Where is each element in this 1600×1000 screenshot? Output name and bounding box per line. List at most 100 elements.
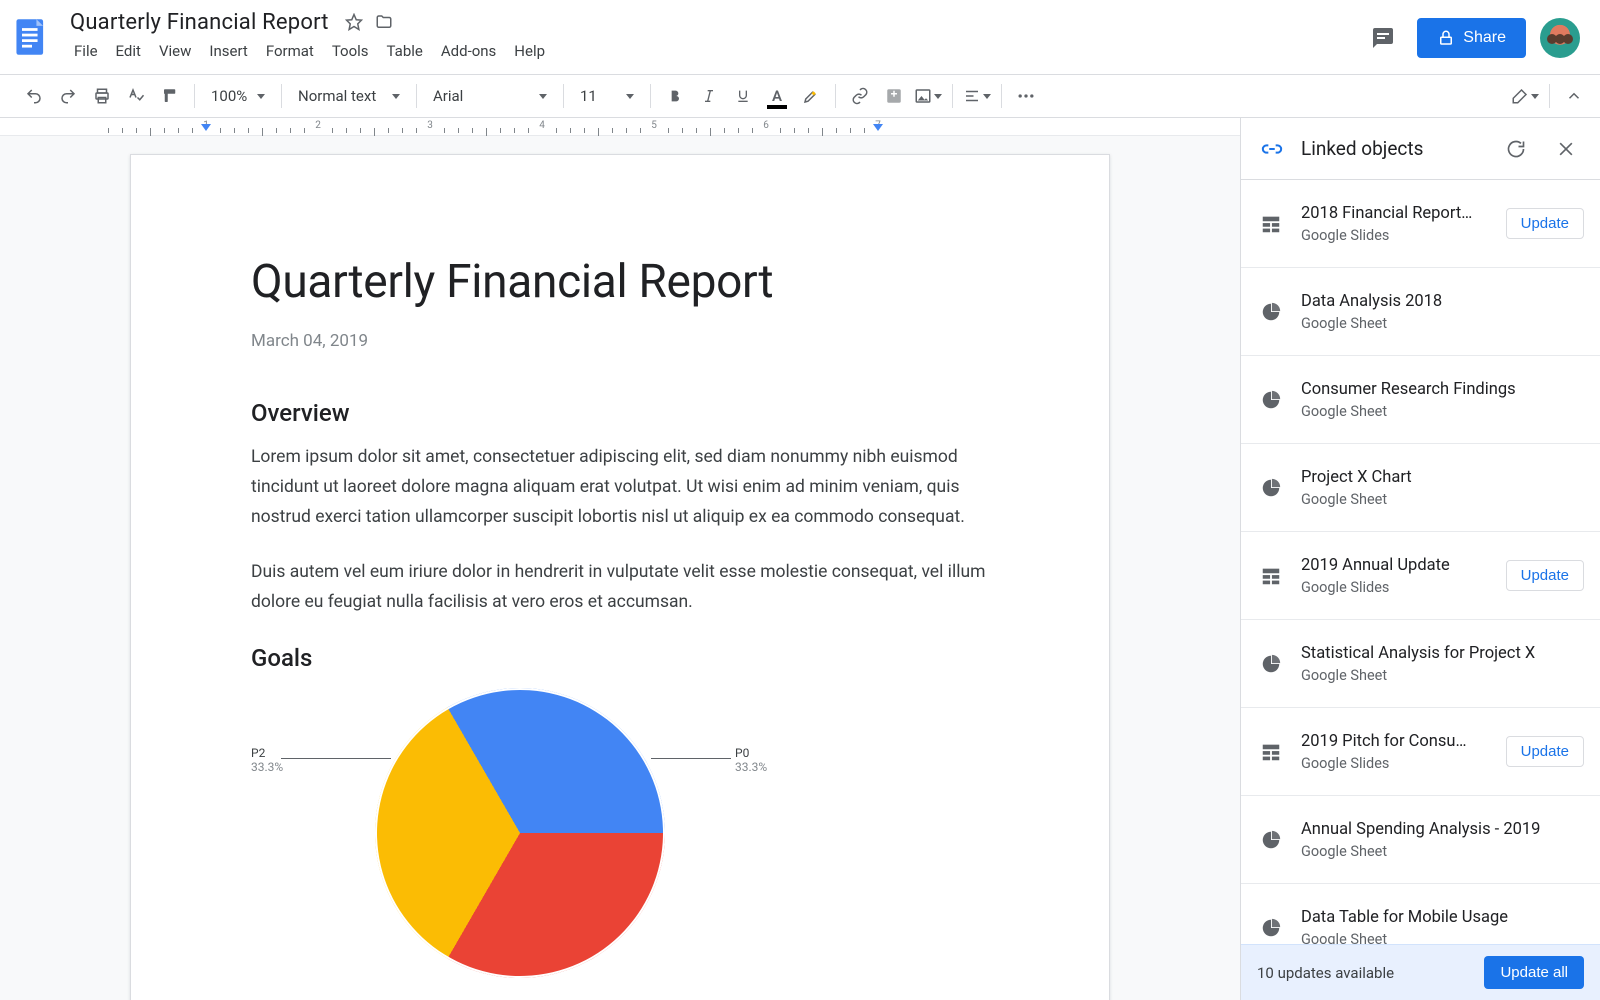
zoom-value: 100%: [211, 87, 247, 105]
undo-button[interactable]: [18, 80, 50, 112]
doc-paragraph: Lorem ipsum dolor sit amet, consectetuer…: [251, 443, 989, 532]
linked-object-source: Google Sheet: [1301, 315, 1584, 332]
linked-object-source: Google Slides: [1301, 755, 1490, 772]
docs-logo[interactable]: [10, 8, 54, 66]
paragraph-style-value: Normal text: [298, 87, 376, 105]
pie-graphic: [322, 635, 718, 1000]
menu-table[interactable]: Table: [379, 38, 431, 64]
linked-object-item[interactable]: Consumer Research FindingsGoogle Sheet: [1241, 356, 1600, 444]
linked-object-title: Project X Chart: [1301, 468, 1584, 487]
linked-object-source: Google Sheet: [1301, 491, 1584, 508]
text-color-swatch: [767, 105, 787, 109]
collapse-toolbar-button[interactable]: [1558, 80, 1590, 112]
linked-object-source: Google Sheet: [1301, 667, 1584, 684]
insert-image-button[interactable]: [912, 80, 944, 112]
menu-add-ons[interactable]: Add-ons: [433, 38, 504, 64]
chart-icon: [1257, 914, 1285, 942]
print-button[interactable]: [86, 80, 118, 112]
menu-file[interactable]: File: [66, 38, 106, 64]
font-value: Arial: [433, 87, 463, 105]
underline-button[interactable]: [727, 80, 759, 112]
linked-objects-sidebar: Linked objects 2018 Financial Report… Goo…: [1240, 118, 1600, 1000]
linked-object-item[interactable]: Data Analysis 2018Google Sheet: [1241, 268, 1600, 356]
font-size-value: 11: [580, 87, 597, 105]
paragraph-style-dropdown[interactable]: Normal text: [290, 80, 408, 112]
chart-icon: [1257, 474, 1285, 502]
pie-leader-line: [651, 758, 731, 759]
document-title[interactable]: Quarterly Financial Report: [66, 10, 333, 35]
menu-tools[interactable]: Tools: [324, 38, 377, 64]
pie-slice-label: P0 33.3%: [735, 746, 767, 775]
menu-format[interactable]: Format: [258, 38, 322, 64]
ruler-number: 3: [427, 120, 433, 131]
update-all-button[interactable]: Update all: [1484, 956, 1584, 989]
linked-object-item[interactable]: Project X Chart Google Sheet: [1241, 444, 1600, 532]
linked-object-source: Google Slides: [1301, 227, 1490, 244]
header: Quarterly Financial Report FileEditViewI…: [0, 0, 1600, 74]
pie-chart[interactable]: P0 33.3% P2 33.3%: [251, 688, 791, 988]
spellcheck-button[interactable]: [120, 80, 152, 112]
ruler-number: 6: [763, 120, 769, 131]
chart-icon: [1257, 386, 1285, 414]
sidebar-title: Linked objects: [1301, 137, 1484, 160]
move-folder-icon[interactable]: [371, 9, 397, 35]
menu-view[interactable]: View: [151, 38, 199, 64]
update-button[interactable]: Update: [1506, 560, 1584, 591]
menu-insert[interactable]: Insert: [201, 38, 255, 64]
ruler-indent-right[interactable]: [873, 124, 883, 131]
menu-edit[interactable]: Edit: [108, 38, 149, 64]
table-icon: [1257, 562, 1285, 590]
share-button[interactable]: Share: [1417, 18, 1526, 58]
highlight-color-button[interactable]: [795, 80, 827, 112]
chevron-down-icon: [934, 94, 942, 99]
account-avatar[interactable]: [1540, 18, 1580, 58]
zoom-dropdown[interactable]: 100%: [203, 80, 273, 112]
update-button[interactable]: Update: [1506, 208, 1584, 239]
close-button[interactable]: [1548, 131, 1584, 167]
pie-leader-line: [281, 758, 391, 759]
more-toolbar-button[interactable]: [1010, 80, 1042, 112]
toolbar: 100% Normal text Arial 11 A: [0, 74, 1600, 118]
linked-object-title: 2018 Financial Report…: [1301, 204, 1490, 223]
font-dropdown[interactable]: Arial: [425, 80, 555, 112]
refresh-button[interactable]: [1498, 131, 1534, 167]
link-icon: [1257, 134, 1287, 164]
bold-button[interactable]: [659, 80, 691, 112]
editor-column: 1234567 Quarterly Financial Report March…: [0, 118, 1240, 1000]
linked-object-item[interactable]: 2019 Annual UpdateGoogle SlidesUpdate: [1241, 532, 1600, 620]
linked-object-item[interactable]: Annual Spending Analysis - 2019Google Sh…: [1241, 796, 1600, 884]
align-button[interactable]: [961, 80, 993, 112]
title-block: Quarterly Financial Report FileEditViewI…: [66, 8, 553, 64]
redo-button[interactable]: [52, 80, 84, 112]
lock-icon: [1437, 29, 1455, 47]
font-size-dropdown[interactable]: 11: [572, 80, 642, 112]
linked-object-item[interactable]: 2018 Financial Report… Google Slides Updat…: [1241, 180, 1600, 268]
linked-object-item[interactable]: 2019 Pitch for Consu… Google Slides Update: [1241, 708, 1600, 796]
ruler-indent-left[interactable]: [201, 124, 211, 131]
italic-button[interactable]: [693, 80, 725, 112]
updates-available-text: 10 updates available: [1257, 964, 1472, 982]
doc-heading-2: Goals: [251, 644, 989, 672]
chevron-down-icon: [257, 94, 265, 99]
insert-link-button[interactable]: [844, 80, 876, 112]
linked-object-item[interactable]: Statistical Analysis for Project XGoogle…: [1241, 620, 1600, 708]
chevron-down-icon: [626, 94, 634, 99]
chart-icon: [1257, 298, 1285, 326]
linked-object-title: Consumer Research Findings: [1301, 380, 1584, 399]
linked-object-title: 2019 Pitch for Consu…: [1301, 732, 1490, 751]
doc-date: March 04, 2019: [251, 331, 989, 351]
menu-help[interactable]: Help: [506, 38, 553, 64]
comments-icon[interactable]: [1363, 18, 1403, 58]
horizontal-ruler[interactable]: 1234567: [0, 118, 1240, 136]
ruler-number: 4: [539, 120, 545, 131]
text-color-button[interactable]: A: [761, 80, 793, 112]
doc-heading-1: Quarterly Financial Report: [251, 255, 989, 309]
document-page[interactable]: Quarterly Financial Report March 04, 201…: [130, 154, 1110, 1000]
ruler-number: 2: [315, 120, 321, 131]
insert-comment-button[interactable]: [878, 80, 910, 112]
update-button[interactable]: Update: [1506, 736, 1584, 767]
star-icon[interactable]: [341, 9, 367, 35]
paint-format-button[interactable]: [154, 80, 186, 112]
menu-bar: FileEditViewInsertFormatToolsTableAdd-on…: [66, 38, 553, 64]
editing-mode-button[interactable]: [1509, 80, 1541, 112]
